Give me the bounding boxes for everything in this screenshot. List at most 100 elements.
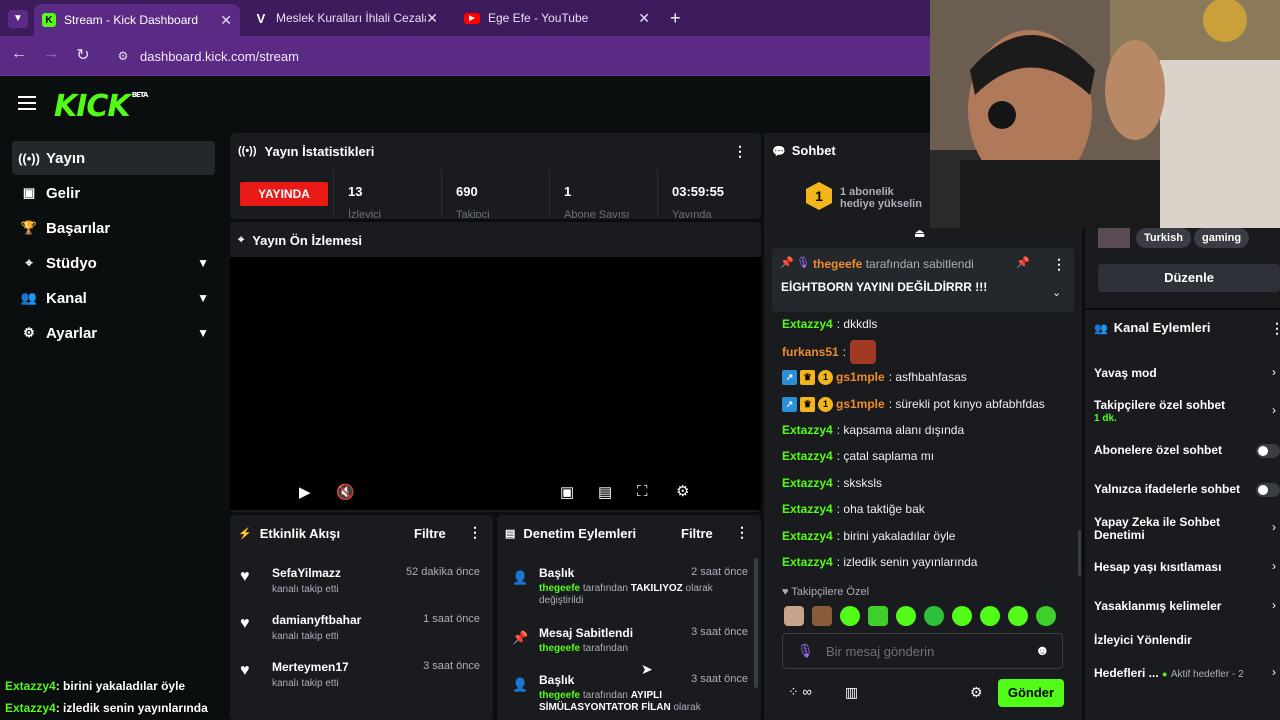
chat-settings-icon[interactable]: ⚙ xyxy=(970,684,983,701)
chat-colon: : xyxy=(836,502,841,516)
chat-user[interactable]: Extazzy4 xyxy=(782,502,833,516)
stat-subscribers: 1 Abone Sayısı xyxy=(549,170,657,218)
mini-player-icon[interactable]: ▣ xyxy=(560,483,574,501)
send-button[interactable]: Gönder xyxy=(998,679,1064,707)
settings-icon[interactable]: ⚙ xyxy=(676,482,689,500)
emote-icon[interactable] xyxy=(1036,606,1056,626)
category-thumbnail[interactable] xyxy=(1098,228,1130,248)
collapse-icon[interactable]: ⏏ xyxy=(914,226,925,240)
mod-user[interactable]: thegeefe xyxy=(539,583,580,594)
emote-icon[interactable] xyxy=(812,606,832,626)
sidebar-item-kanal[interactable]: 👥 Kanal ▼ xyxy=(12,281,215,315)
chat-user[interactable]: furkans51 xyxy=(782,345,839,359)
chat-user[interactable]: Extazzy4 xyxy=(782,423,833,437)
moderation-filter-button[interactable]: Filtre xyxy=(681,526,713,541)
tab-kick-dashboard[interactable]: K Stream - Kick Dashboard ✕ xyxy=(34,4,240,36)
trophy-icon: 🏆 xyxy=(20,220,38,235)
emoji-icon[interactable]: ☻ xyxy=(1035,642,1050,658)
menu-icon[interactable] xyxy=(18,96,36,110)
chevron-right-icon[interactable]: › xyxy=(1272,598,1276,612)
action-banned-words[interactable]: Yasaklanmış kelimeler xyxy=(1094,600,1269,613)
action-redirect[interactable]: İzleyici Yönlendir xyxy=(1094,634,1269,647)
emote-icon[interactable] xyxy=(924,606,944,626)
emote-icon[interactable] xyxy=(868,606,888,626)
chevron-right-icon[interactable]: › xyxy=(1272,559,1276,573)
kick-logo[interactable]: KICK BETA xyxy=(54,89,148,124)
fullscreen-icon[interactable]: ⛶ xyxy=(637,483,648,500)
logo-text: KICK xyxy=(54,89,131,124)
browser-tab-bar: ▼ K Stream - Kick Dashboard ✕ V Meslek K… xyxy=(0,0,930,36)
chat-input[interactable]: 🎙 Bir mesaj gönderin ☻ xyxy=(782,633,1063,669)
chat-user[interactable]: Extazzy4 xyxy=(782,317,833,331)
chevron-right-icon[interactable]: › xyxy=(1272,665,1276,679)
tab-youtube[interactable]: ▶ Ege Efe - YouTube ✕ xyxy=(456,4,658,32)
sidebar-item-label: Başarılar xyxy=(46,219,111,237)
site-info-icon[interactable]: ⚙ xyxy=(110,49,136,63)
url-field[interactable]: ⚙ dashboard.kick.com/stream xyxy=(110,42,920,70)
emote-icon[interactable] xyxy=(1008,606,1028,626)
shop-icon[interactable]: ▥ xyxy=(845,684,858,701)
sidebar-item-yayin[interactable]: ((•)) Yayın xyxy=(12,141,215,175)
activity-user[interactable]: Merteymen17 xyxy=(272,660,349,674)
mod-user[interactable]: thegeefe xyxy=(539,643,580,654)
theater-icon[interactable]: ▤ xyxy=(598,483,612,501)
emote-icon[interactable] xyxy=(784,606,804,626)
close-tab-icon[interactable]: ✕ xyxy=(220,12,232,29)
tab-meslek-kurallari[interactable]: V Meslek Kuralları İhlali Cezaları ✕ xyxy=(246,4,446,32)
subscribers-only-toggle[interactable] xyxy=(1256,444,1280,458)
close-tab-icon[interactable]: ✕ xyxy=(426,10,438,27)
action-slow-mode[interactable]: Yavaş mod xyxy=(1094,367,1269,380)
action-account-age[interactable]: Hesap yaşı kısıtlaması xyxy=(1094,561,1269,574)
scrollbar[interactable] xyxy=(754,558,758,688)
chat-user[interactable]: Extazzy4 xyxy=(782,555,833,569)
play-icon[interactable]: ▶ xyxy=(299,483,311,501)
emote-icon[interactable] xyxy=(980,606,1000,626)
action-followers-only[interactable]: Takipçilere özel sohbet 1 dk. xyxy=(1094,399,1269,425)
more-options-icon[interactable]: ⋮ xyxy=(733,143,747,160)
action-ai-moderation[interactable]: Yapay Zeka ile Sohbet Denetimi xyxy=(1094,516,1269,542)
sidebar-item-basarilar[interactable]: 🏆 Başarılar xyxy=(12,211,215,245)
chat-user[interactable]: Extazzy4 xyxy=(782,529,833,543)
chevron-right-icon[interactable]: › xyxy=(1272,403,1276,417)
sidebar-item-gelir[interactable]: ▣ Gelir xyxy=(12,176,215,210)
unpin-icon[interactable]: 📌 xyxy=(1016,256,1030,269)
forward-icon[interactable]: → xyxy=(40,45,62,63)
back-icon[interactable]: ← xyxy=(8,45,30,63)
emote-only-toggle[interactable] xyxy=(1256,483,1280,497)
edit-button[interactable]: Düzenle xyxy=(1098,264,1280,292)
sidebar-item-studyo[interactable]: ⌖ Stüdyo ▼ xyxy=(12,246,215,280)
chat-user[interactable]: Extazzy4 xyxy=(782,449,833,463)
scrollbar[interactable] xyxy=(1078,530,1081,576)
new-tab-icon[interactable]: + xyxy=(670,8,681,29)
pinned-message-card[interactable]: 📌 🎙 thegeefe tarafından sabitlendi 📌 ⋮ E… xyxy=(772,248,1074,312)
tab-list-chevron-icon[interactable]: ▼ xyxy=(8,10,28,28)
mute-icon[interactable]: 🔇 xyxy=(336,483,355,501)
emote-icon[interactable] xyxy=(840,606,860,626)
crown-badge-icon: ♛ xyxy=(800,369,815,385)
reload-icon[interactable]: ↻ xyxy=(72,45,94,65)
chat-users-icon[interactable]: ⁘ ∞ xyxy=(788,684,812,700)
emote-icon[interactable] xyxy=(952,606,972,626)
more-options-icon[interactable]: ⋮ xyxy=(1270,320,1280,337)
chevron-right-icon[interactable]: › xyxy=(1272,365,1276,379)
chevron-right-icon[interactable]: › xyxy=(1272,520,1276,534)
video-preview[interactable] xyxy=(230,257,761,510)
activity-user[interactable]: damianyftbahar xyxy=(272,613,361,627)
tag-gaming[interactable]: gaming xyxy=(1194,228,1250,248)
activity-user[interactable]: SefaYilmazz xyxy=(272,566,341,580)
chat-user[interactable]: gs1mple xyxy=(836,370,885,384)
activity-filter-button[interactable]: Filtre xyxy=(414,526,446,541)
pinned-user[interactable]: thegeefe xyxy=(813,257,862,271)
more-options-icon[interactable]: ⋮ xyxy=(1052,256,1066,273)
mod-user[interactable]: thegeefe xyxy=(539,690,580,701)
mod-action-desc: thegeefe tarafından TAKILIYOZ olarak değ… xyxy=(539,583,739,607)
close-tab-icon[interactable]: ✕ xyxy=(638,10,650,27)
chat-message: Extazzy4: kapsama alanı dışında xyxy=(782,421,964,439)
chat-user[interactable]: Extazzy4 xyxy=(782,476,833,490)
tag-turkish[interactable]: Turkish xyxy=(1136,228,1191,248)
chevron-down-icon[interactable]: ⌄ xyxy=(1052,286,1061,299)
chat-user[interactable]: gs1mple xyxy=(836,397,885,411)
sidebar-item-ayarlar[interactable]: ⚙ Ayarlar ▼ xyxy=(12,316,215,350)
action-goals[interactable]: Hedefleri ... ● Aktif hedefler - 2 xyxy=(1094,667,1269,681)
emote-icon[interactable] xyxy=(896,606,916,626)
